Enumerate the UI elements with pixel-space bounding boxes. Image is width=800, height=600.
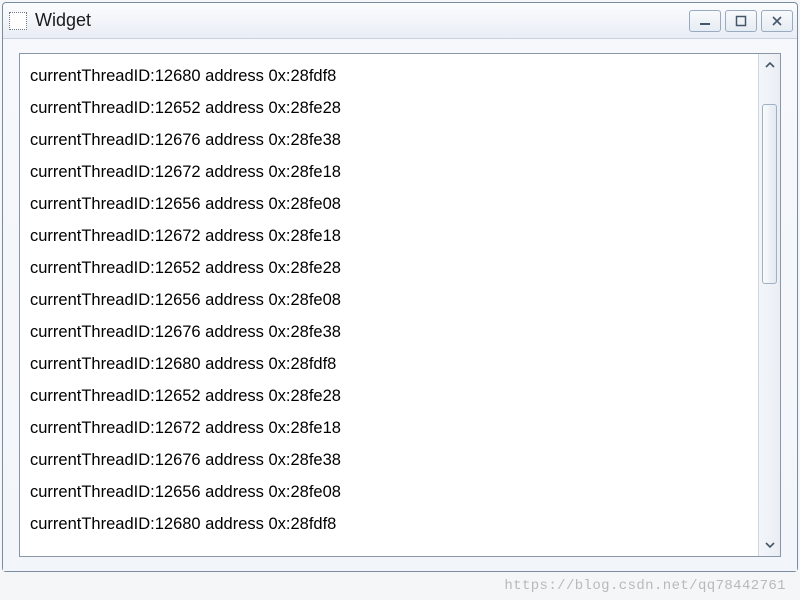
log-textarea[interactable]: currentThreadID:12680 address 0x:28fdf8c…: [19, 53, 781, 557]
chevron-up-icon: [765, 60, 775, 70]
maximize-button[interactable]: [725, 10, 757, 32]
scroll-up-button[interactable]: [759, 54, 780, 76]
log-line: currentThreadID:12680 address 0x:28fdf8: [30, 60, 750, 92]
minimize-button[interactable]: [689, 10, 721, 32]
log-line: currentThreadID:12652 address 0x:28fe28: [30, 252, 750, 284]
log-line: currentThreadID:12676 address 0x:28fe38: [30, 316, 750, 348]
vertical-scrollbar[interactable]: [758, 54, 780, 556]
log-content: currentThreadID:12680 address 0x:28fdf8c…: [20, 54, 758, 556]
log-line: currentThreadID:12652 address 0x:28fe28: [30, 380, 750, 412]
log-line: currentThreadID:12652 address 0x:28fe28: [30, 92, 750, 124]
minimize-icon: [699, 15, 711, 27]
window-title: Widget: [35, 10, 689, 31]
log-line: currentThreadID:12656 address 0x:28fe08: [30, 188, 750, 220]
log-line: currentThreadID:12672 address 0x:28fe18: [30, 412, 750, 444]
log-line: currentThreadID:12676 address 0x:28fe38: [30, 444, 750, 476]
log-line: currentThreadID:12680 address 0x:28fdf8: [30, 348, 750, 380]
app-icon: [9, 12, 27, 30]
scroll-down-button[interactable]: [759, 534, 780, 556]
log-line: currentThreadID:12672 address 0x:28fe18: [30, 156, 750, 188]
close-button[interactable]: [761, 10, 793, 32]
client-area: currentThreadID:12680 address 0x:28fdf8c…: [3, 39, 797, 571]
app-window: Widget currentThreadID:12680 address 0x:…: [2, 2, 798, 572]
scroll-track[interactable]: [759, 76, 780, 534]
chevron-down-icon: [765, 540, 775, 550]
scroll-thumb[interactable]: [762, 104, 777, 284]
log-line: currentThreadID:12676 address 0x:28fe38: [30, 124, 750, 156]
log-line: currentThreadID:12656 address 0x:28fe08: [30, 284, 750, 316]
log-line: currentThreadID:12656 address 0x:28fe08: [30, 476, 750, 508]
maximize-icon: [735, 15, 747, 27]
log-line: currentThreadID:12680 address 0x:28fdf8: [30, 508, 750, 540]
log-line: currentThreadID:12672 address 0x:28fe18: [30, 220, 750, 252]
watermark: https://blog.csdn.net/qq78442761: [504, 578, 786, 594]
titlebar[interactable]: Widget: [3, 3, 797, 39]
window-controls: [689, 10, 793, 32]
close-icon: [771, 15, 783, 27]
